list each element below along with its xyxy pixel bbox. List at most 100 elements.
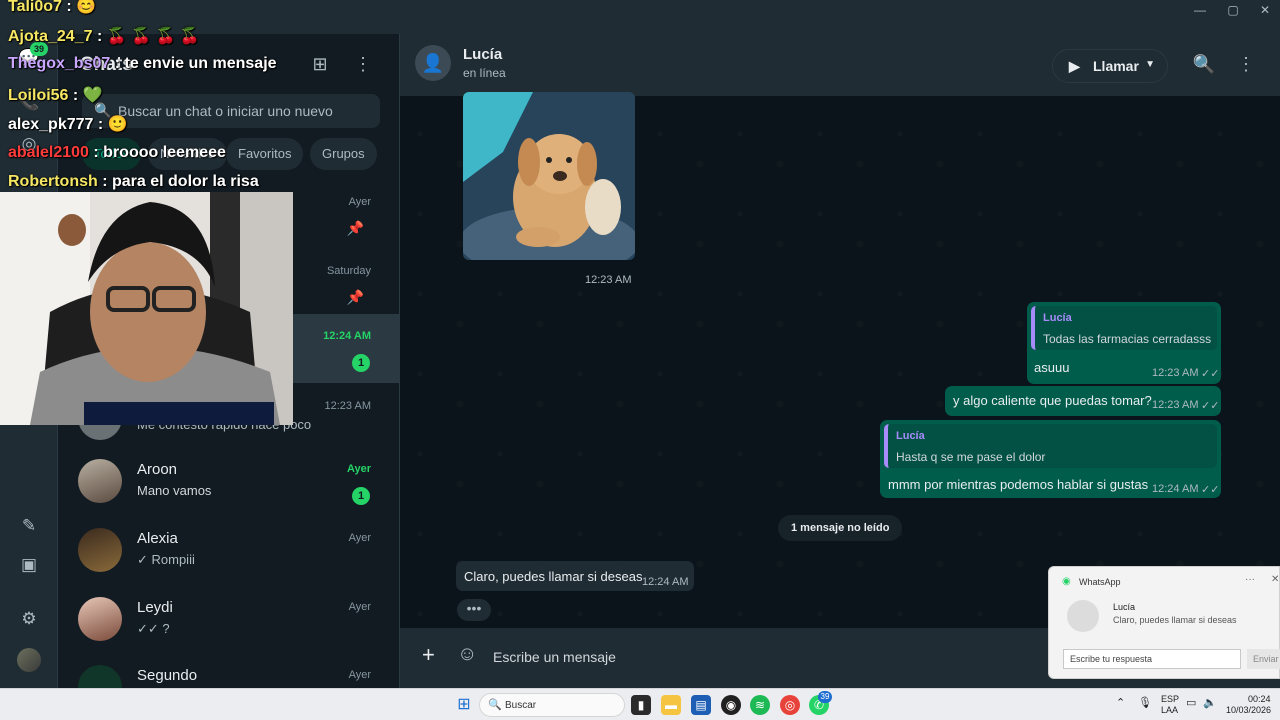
contact-name[interactable]: Lucía bbox=[463, 46, 502, 63]
task-view-icon[interactable]: ▮ bbox=[631, 695, 651, 715]
close-window-button[interactable]: ✕ bbox=[1250, 3, 1280, 19]
contact-status: en línea bbox=[463, 66, 506, 80]
filter-unread[interactable]: No leídos bbox=[148, 138, 227, 170]
puppy-photo bbox=[463, 92, 635, 260]
typing-indicator: ••• bbox=[457, 599, 491, 621]
store-icon[interactable]: ▤ bbox=[691, 695, 711, 715]
taskbar-search[interactable]: 🔍 Buscar bbox=[479, 693, 625, 717]
chat-preview: Mano vamos bbox=[137, 483, 212, 498]
starred-messages-icon[interactable]: ✎ bbox=[17, 514, 41, 538]
obs-icon[interactable]: ◉ bbox=[721, 695, 741, 715]
media-gallery-icon[interactable]: ▣ bbox=[17, 553, 41, 577]
chevron-up-icon[interactable]: ⌃ bbox=[1116, 696, 1125, 709]
toast-avatar bbox=[1067, 600, 1099, 632]
new-chat-icon[interactable]: ⊞ bbox=[308, 52, 332, 76]
window-titlebar: — ▢ ✕ bbox=[0, 0, 1280, 34]
quote-sender: Lucía bbox=[896, 430, 925, 442]
contact-avatar-icon[interactable]: 👤 bbox=[415, 45, 451, 81]
quote-text: Todas las farmacias cerradasss bbox=[1043, 332, 1212, 346]
double-check-icon: ✓✓ bbox=[1201, 484, 1220, 496]
filter-all[interactable]: Todos bbox=[82, 138, 141, 170]
message-time: 12:23 AM bbox=[1152, 399, 1199, 411]
contact-avatar bbox=[78, 597, 122, 641]
call-button[interactable]: ▶ Llamar ▼ bbox=[1052, 49, 1168, 83]
language-indicator[interactable]: ESP bbox=[1161, 694, 1179, 704]
chat-list-item[interactable]: Leydi ✓✓ ? Ayer bbox=[58, 585, 399, 654]
volume-icon[interactable]: 🔈 bbox=[1203, 696, 1217, 709]
file-explorer-icon[interactable]: ▬ bbox=[661, 695, 681, 715]
toast-reply-input[interactable] bbox=[1063, 649, 1241, 669]
video-camera-icon: ▶ bbox=[1069, 58, 1080, 74]
chat-name: Leydi bbox=[137, 599, 173, 616]
microphone-icon[interactable]: 🎙 bbox=[1138, 696, 1152, 709]
outgoing-message[interactable]: Lucía Todas las farmacias cerradasss asu… bbox=[1027, 302, 1221, 384]
minimize-button[interactable]: — bbox=[1185, 3, 1215, 19]
chat-list-item[interactable]: Alexia ✓ Rompiii Ayer bbox=[58, 516, 399, 585]
webcam-feed bbox=[0, 192, 293, 425]
outgoing-message[interactable]: y algo caliente que puedas tomar? 12:23 … bbox=[945, 386, 1221, 416]
settings-gear-icon[interactable]: ⚙ bbox=[17, 607, 41, 631]
pin-icon: 📌 bbox=[346, 289, 364, 305]
call-label: Llamar bbox=[1093, 58, 1139, 74]
maximize-button[interactable]: ▢ bbox=[1218, 3, 1248, 19]
clock-date[interactable]: 10/03/2026 bbox=[1226, 705, 1271, 715]
menu-kebab-icon[interactable]: ⋮ bbox=[1233, 51, 1259, 77]
status-nav-icon[interactable]: ◎ bbox=[17, 132, 41, 156]
toast-close-button[interactable]: ✕ bbox=[1271, 574, 1279, 585]
profile-avatar[interactable] bbox=[17, 648, 41, 672]
windows-start-icon[interactable]: ⊞ bbox=[454, 695, 474, 715]
whatsapp-taskbar-badge: 39 bbox=[818, 691, 832, 703]
contact-avatar bbox=[78, 528, 122, 572]
menu-kebab-icon[interactable]: ⋮ bbox=[351, 52, 375, 76]
outgoing-message[interactable]: Lucía Hasta q se me pase el dolor mmm po… bbox=[880, 420, 1221, 498]
chevron-down-icon: ▼ bbox=[1145, 59, 1155, 70]
unread-divider: 1 mensaje no leído bbox=[778, 515, 903, 541]
contact-avatar bbox=[78, 665, 122, 688]
message-text: asuuu bbox=[1034, 360, 1070, 375]
toast-sender: Lucía bbox=[1113, 602, 1136, 612]
chat-time: Ayer bbox=[348, 532, 371, 544]
chat-time: Saturday bbox=[326, 265, 371, 277]
message-time: 12:24 AM bbox=[1152, 483, 1199, 495]
keyboard-layout-indicator: LAA bbox=[1161, 705, 1179, 715]
attach-plus-icon[interactable]: + bbox=[422, 642, 435, 668]
clock-time[interactable]: 00:24 bbox=[1248, 694, 1271, 704]
message-input[interactable] bbox=[493, 640, 1053, 674]
search-input[interactable] bbox=[118, 94, 368, 128]
notification-toast[interactable]: ◉ WhatsApp ··· ✕ Lucía Claro, puedes lla… bbox=[1048, 566, 1280, 679]
toast-send-button[interactable]: Enviar bbox=[1247, 649, 1280, 669]
network-icon[interactable]: ▭ bbox=[1186, 696, 1196, 709]
chat-search[interactable]: 🔍 bbox=[82, 94, 380, 128]
sticker-emoji-icon[interactable]: ☺ bbox=[457, 643, 477, 666]
incoming-message[interactable]: Claro, puedes llamar si deseas 12:24 AM bbox=[456, 561, 694, 591]
toast-more-button[interactable]: ··· bbox=[1245, 574, 1255, 585]
taskbar-search-label: Buscar bbox=[505, 700, 537, 711]
search-icon[interactable]: 🔍 bbox=[1191, 51, 1217, 77]
chats-unread-badge: 39 bbox=[30, 42, 48, 56]
chat-name: Segundo bbox=[137, 667, 198, 684]
spotify-icon[interactable]: ≋ bbox=[750, 695, 770, 715]
webcam-image bbox=[0, 192, 293, 425]
chat-list-item[interactable]: Segundo Ayer bbox=[58, 653, 399, 688]
message-time: 12:23 AM bbox=[1152, 367, 1199, 379]
pin-icon: 📌 bbox=[346, 220, 364, 236]
quoted-message[interactable]: Lucía Todas las farmacias cerradasss bbox=[1031, 306, 1217, 350]
chat-list-item[interactable]: Aroon Mano vamos Ayer 1 bbox=[58, 447, 399, 516]
unread-badge: 1 bbox=[352, 354, 370, 372]
quote-text: Hasta q se me pase el dolor bbox=[896, 450, 1046, 464]
message-time: 12:24 AM bbox=[642, 576, 689, 588]
quote-sender: Lucía bbox=[1043, 312, 1072, 324]
unread-badge: 1 bbox=[352, 487, 370, 505]
quoted-message[interactable]: Lucía Hasta q se me pase el dolor bbox=[884, 424, 1217, 468]
image-message-puppy[interactable] bbox=[463, 92, 635, 260]
sidebar-title: Chats bbox=[80, 54, 133, 75]
calls-nav-icon[interactable]: 📞 bbox=[17, 90, 41, 114]
toast-message: Claro, puedes llamar si deseas bbox=[1113, 615, 1237, 625]
search-icon: 🔍 bbox=[94, 102, 112, 118]
filter-favorites[interactable]: Favoritos bbox=[226, 138, 304, 170]
message-text: mmm por mientras podemos hablar si gusta… bbox=[888, 477, 1149, 492]
chat-name: Alexia bbox=[137, 530, 178, 547]
chrome-icon[interactable]: ◎ bbox=[780, 695, 800, 715]
chat-name: Aroon bbox=[137, 461, 178, 478]
filter-groups[interactable]: Grupos bbox=[310, 138, 377, 170]
